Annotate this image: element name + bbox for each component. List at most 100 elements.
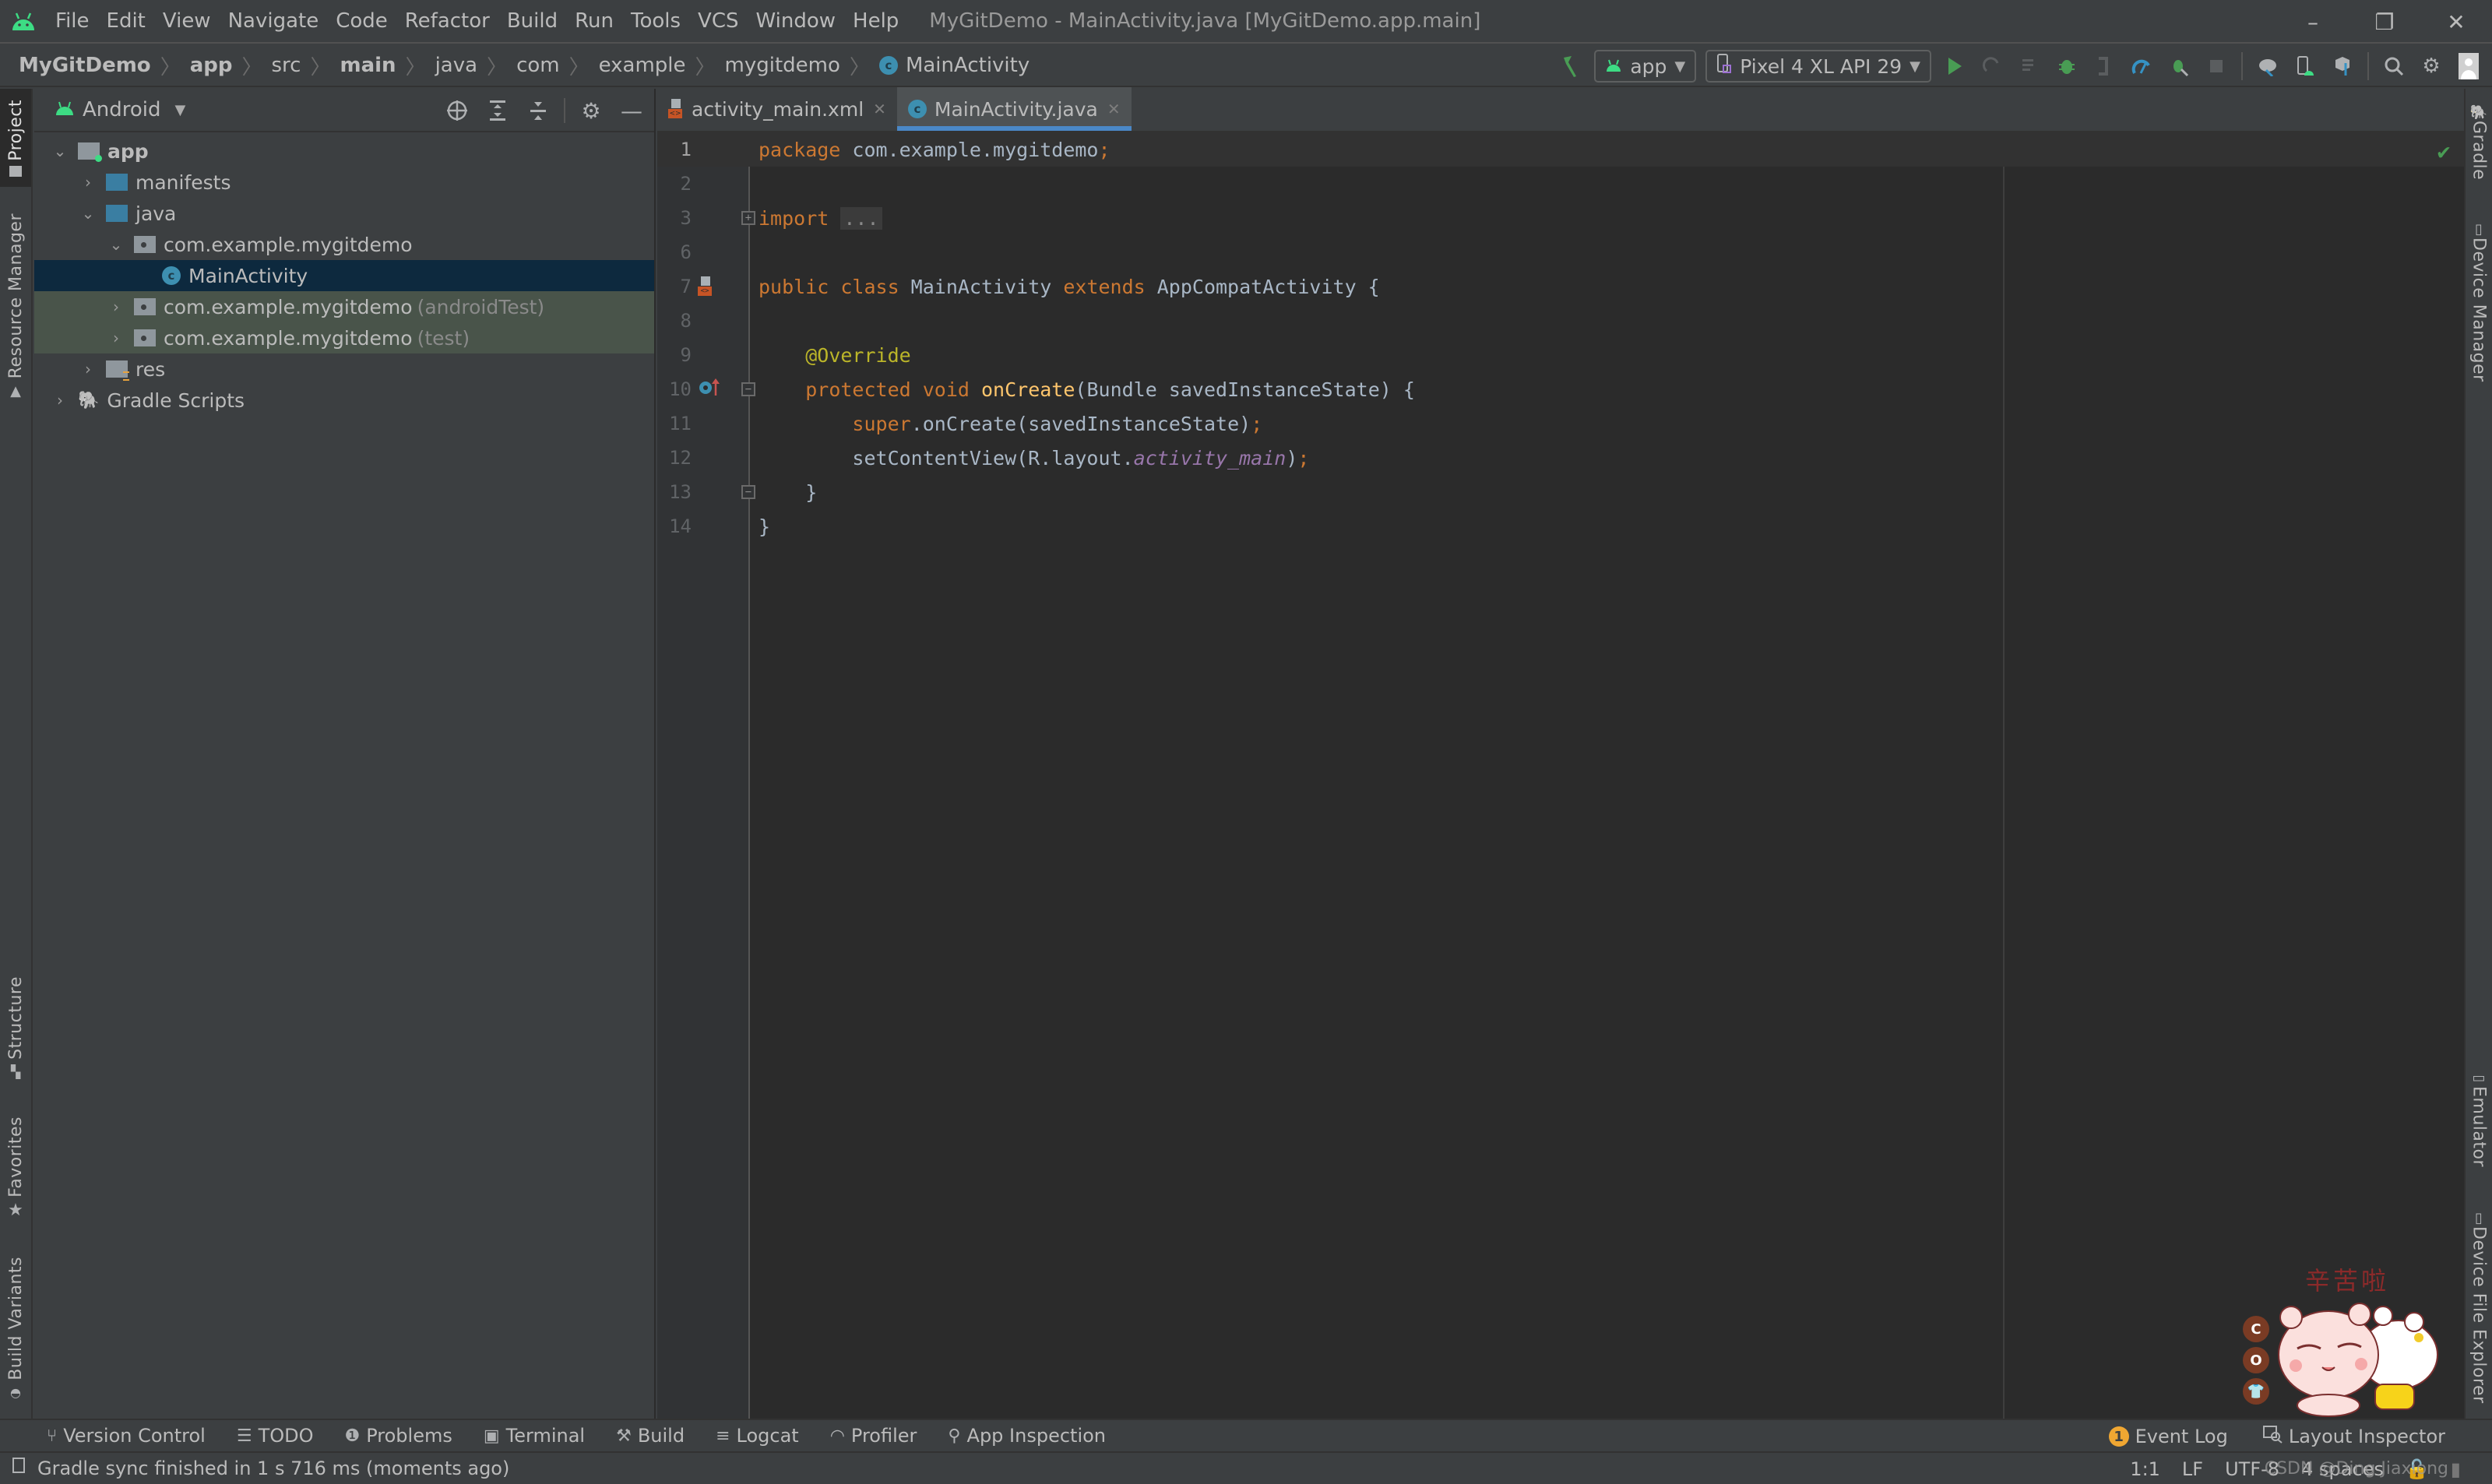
code-line[interactable]: 6 bbox=[657, 235, 2464, 269]
run-config-select[interactable]: app ▼ bbox=[1594, 50, 1697, 83]
breadcrumb-item[interactable]: src bbox=[269, 54, 304, 77]
tool-window-todo[interactable]: ☰ TODO bbox=[237, 1425, 314, 1447]
stripe-device-manager[interactable]: ▯ Device Manager bbox=[2466, 221, 2492, 400]
gear-icon[interactable]: ⚙ bbox=[576, 96, 606, 125]
sdk-manager-icon[interactable] bbox=[2325, 49, 2360, 83]
tree-item[interactable]: › com.example.mygitdemo (test) bbox=[34, 322, 654, 353]
run-icon[interactable] bbox=[1938, 49, 1972, 83]
stripe-favorites[interactable]: Favorites ★ bbox=[0, 1117, 31, 1226]
code-line[interactable]: 1 package com.example.mygitdemo; bbox=[657, 132, 2464, 167]
stripe-resource-manager[interactable]: Resource Manager ▲ bbox=[0, 206, 31, 501]
menu-run[interactable]: Run bbox=[566, 9, 622, 33]
layout-inspector-button[interactable]: Layout Inspector bbox=[2262, 1425, 2445, 1448]
stop-icon[interactable] bbox=[2199, 49, 2233, 83]
collapse-fold-icon[interactable]: − bbox=[741, 485, 755, 499]
menu-navigate[interactable]: Navigate bbox=[220, 9, 328, 33]
breadcrumb-item[interactable]: c MainActivity bbox=[876, 54, 1033, 77]
stripe-emulator[interactable]: ▭ Emulator bbox=[2466, 1070, 2492, 1179]
stripe-gradle[interactable]: 🐘 Gradle bbox=[2466, 104, 2492, 206]
toggle-tool-windows-icon[interactable] bbox=[11, 1456, 28, 1481]
code-line[interactable]: 10 protected void onCreate(Bundle savedI… bbox=[657, 372, 2464, 406]
minimize-button[interactable]: – bbox=[2277, 0, 2349, 44]
line-separator[interactable]: LF bbox=[2182, 1458, 2203, 1480]
code-line[interactable]: 7 public class MainActivity extends AppCo… bbox=[657, 269, 2464, 304]
chevron-down-icon[interactable]: ⌄ bbox=[107, 235, 125, 254]
avd-manager-icon[interactable] bbox=[2288, 49, 2322, 83]
code-line[interactable]: 2 bbox=[657, 167, 2464, 201]
event-log-button[interactable]: 1 Event Log bbox=[2108, 1426, 2228, 1447]
code-area[interactable]: 1 package com.example.mygitdemo; 2 3 import … bbox=[657, 132, 2489, 1419]
tool-window-build[interactable]: ⚒ Build bbox=[616, 1425, 685, 1447]
code-line[interactable]: 3 import ... + bbox=[657, 201, 2464, 235]
tree-item[interactable]: ⌄ java bbox=[34, 198, 654, 229]
close-tab-icon[interactable]: ✕ bbox=[1107, 100, 1121, 118]
tree-item[interactable]: ⌄ app bbox=[34, 135, 654, 167]
chevron-right-icon[interactable]: › bbox=[51, 391, 69, 410]
tool-window-problems[interactable]: ❶ Problems bbox=[345, 1425, 452, 1447]
profile-icon[interactable] bbox=[2124, 49, 2159, 83]
editor-tab[interactable]: c MainActivity.java ✕ bbox=[896, 87, 1132, 131]
breadcrumb-item[interactable]: example bbox=[596, 54, 689, 77]
tree-item[interactable]: ›cMainActivity bbox=[34, 260, 654, 291]
account-icon[interactable] bbox=[2452, 49, 2486, 83]
close-window-button[interactable]: ✕ bbox=[2420, 0, 2492, 44]
attach-debugger-icon[interactable] bbox=[2087, 49, 2121, 83]
chevron-right-icon[interactable]: › bbox=[107, 297, 125, 316]
search-icon[interactable] bbox=[2377, 49, 2411, 83]
menu-code[interactable]: Code bbox=[327, 9, 396, 33]
no-problems-checkmark-icon[interactable]: ✔ bbox=[2431, 139, 2456, 164]
restore-button[interactable]: ❐ bbox=[2349, 0, 2420, 44]
expand-all-icon[interactable] bbox=[483, 96, 512, 125]
tool-window-profiler[interactable]: ◠ Profiler bbox=[830, 1425, 917, 1447]
menu-window[interactable]: Window bbox=[748, 9, 845, 33]
device-select[interactable]: Pixel 4 XL API 29 ▼ bbox=[1705, 50, 1931, 83]
chevron-down-icon[interactable]: ⌄ bbox=[79, 204, 97, 223]
stripe-project[interactable]: Project bbox=[0, 89, 31, 187]
tree-item[interactable]: ⌄ com.example.mygitdemo bbox=[34, 229, 654, 260]
chevron-down-icon[interactable]: ⌄ bbox=[51, 142, 69, 160]
tree-item[interactable]: › res bbox=[34, 353, 654, 385]
caret-position[interactable]: 1:1 bbox=[2130, 1458, 2160, 1480]
chevron-right-icon[interactable]: › bbox=[79, 360, 97, 378]
tool-window-app-inspection[interactable]: ⚲ App Inspection bbox=[948, 1425, 1106, 1447]
code-line[interactable]: 11 super.onCreate(savedInstanceState); bbox=[657, 406, 2464, 441]
tree-item[interactable]: › 🐘 Gradle Scripts bbox=[34, 385, 654, 416]
breadcrumb-item[interactable]: app bbox=[187, 54, 236, 77]
debug-icon[interactable] bbox=[2050, 49, 2084, 83]
breadcrumb-item[interactable]: mygitdemo bbox=[722, 54, 843, 77]
stripe-build-variants[interactable]: Build Variants ◓ bbox=[0, 1257, 31, 1405]
breadcrumb-item[interactable]: com bbox=[513, 54, 563, 77]
stripe-structure[interactable]: Structure ▚ bbox=[0, 976, 31, 1085]
editor-tab[interactable]: <> activity_main.xml ✕ bbox=[657, 87, 897, 131]
chevron-right-icon[interactable]: › bbox=[107, 329, 125, 347]
breadcrumb-item[interactable]: java bbox=[432, 54, 480, 77]
memory-icon[interactable]: ▮ bbox=[2451, 1458, 2461, 1480]
menu-vcs[interactable]: VCS bbox=[689, 9, 747, 33]
debug-attach-icon[interactable] bbox=[2162, 49, 2196, 83]
locate-file-icon[interactable] bbox=[442, 96, 472, 125]
tool-window-logcat[interactable]: ≡ Logcat bbox=[716, 1425, 799, 1447]
build-hammer-icon[interactable] bbox=[1554, 49, 1588, 83]
chevron-down-icon[interactable]: ▼ bbox=[175, 102, 186, 118]
code-line[interactable]: 8 bbox=[657, 304, 2464, 338]
overrides-method-icon[interactable] bbox=[698, 377, 721, 402]
hide-panel-icon[interactable]: — bbox=[617, 96, 646, 125]
code-line[interactable]: 9 @Override bbox=[657, 338, 2464, 372]
sync-gradle-icon[interactable] bbox=[2251, 49, 2285, 83]
collapse-all-icon[interactable] bbox=[523, 96, 553, 125]
breadcrumb-item[interactable]: MyGitDemo bbox=[16, 54, 154, 77]
tool-window-terminal[interactable]: ▣ Terminal bbox=[484, 1425, 585, 1447]
menu-tools[interactable]: Tools bbox=[622, 9, 689, 33]
project-view-select[interactable]: Android bbox=[83, 98, 161, 121]
related-layout-icon[interactable]: <> bbox=[698, 276, 712, 297]
menu-build[interactable]: Build bbox=[498, 9, 566, 33]
settings-icon[interactable]: ⚙ bbox=[2414, 49, 2448, 83]
status-message[interactable]: Gradle sync finished in 1 s 716 ms (mome… bbox=[37, 1458, 509, 1479]
code-line[interactable]: 14} bbox=[657, 509, 2464, 543]
close-tab-icon[interactable]: ✕ bbox=[873, 100, 886, 118]
folded-imports[interactable]: ... bbox=[840, 206, 882, 230]
stripe-device-file-explorer[interactable]: ▯ Device File Explorer bbox=[2466, 1210, 2492, 1412]
expand-fold-icon[interactable]: + bbox=[741, 211, 755, 225]
menu-file[interactable]: File bbox=[47, 9, 98, 33]
menu-refactor[interactable]: Refactor bbox=[396, 9, 498, 33]
